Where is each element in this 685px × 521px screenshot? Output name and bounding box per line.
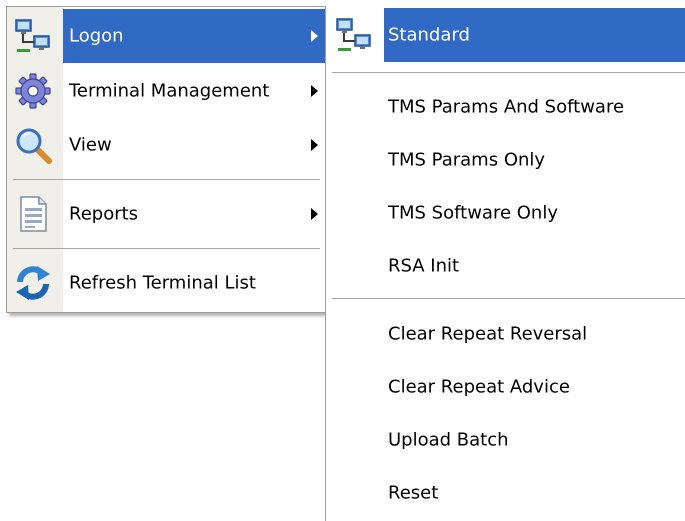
- menu-separator: [332, 298, 685, 299]
- menu-item-label: Terminal Management: [69, 80, 270, 102]
- menu-separator: [13, 179, 320, 180]
- submenu-item-label: TMS Params And Software: [388, 96, 625, 118]
- magnifier-icon: [11, 123, 55, 167]
- logon-submenu: Standard TMS Params And Software TMS Par…: [325, 6, 685, 521]
- menu-item-refresh-terminal-list[interactable]: Refresh Terminal List: [7, 256, 326, 310]
- submenu-item-clear-repeat-reversal[interactable]: Clear Repeat Reversal: [326, 308, 685, 360]
- menu-item-view[interactable]: View: [7, 119, 326, 171]
- submenu-arrow-icon: [311, 30, 318, 42]
- submenu-arrow-icon: [311, 208, 318, 220]
- gear-icon: [11, 69, 55, 113]
- menu-item-label: View: [69, 134, 112, 156]
- submenu-item-rsa-init[interactable]: RSA Init: [326, 240, 685, 292]
- submenu-item-label: TMS Params Only: [388, 149, 546, 171]
- submenu-item-label: Clear Repeat Advice: [388, 376, 570, 398]
- refresh-arrows-icon: [11, 261, 55, 305]
- submenu-item-label: TMS Software Only: [388, 202, 558, 224]
- submenu-item-tms-params-only[interactable]: TMS Params Only: [326, 134, 685, 186]
- submenu-item-tms-params-and-software[interactable]: TMS Params And Software: [326, 81, 685, 133]
- network-computers-icon: [332, 13, 376, 57]
- submenu-arrow-icon: [311, 85, 318, 97]
- menu-item-label: Reports: [69, 203, 139, 225]
- menu-item-reports[interactable]: Reports: [7, 187, 326, 241]
- menu-separator: [332, 72, 685, 73]
- submenu-item-label: Clear Repeat Reversal: [388, 323, 588, 345]
- context-menu: Logon Terminal Management View Reports R…: [6, 6, 327, 313]
- submenu-item-label: RSA Init: [388, 255, 460, 277]
- submenu-item-tms-software-only[interactable]: TMS Software Only: [326, 187, 685, 239]
- submenu-item-clear-repeat-advice[interactable]: Clear Repeat Advice: [326, 361, 685, 413]
- network-computers-icon: [11, 14, 55, 58]
- document-icon: [11, 192, 55, 236]
- submenu-item-label: Reset: [388, 482, 439, 504]
- menu-item-label: Logon: [69, 25, 124, 47]
- submenu-item-reset[interactable]: Reset: [326, 467, 685, 519]
- submenu-item-label: Upload Batch: [388, 429, 509, 451]
- submenu-item-upload-batch[interactable]: Upload Batch: [326, 414, 685, 466]
- menu-item-terminal-management[interactable]: Terminal Management: [7, 65, 326, 117]
- menu-item-logon[interactable]: Logon: [7, 9, 326, 63]
- menu-separator: [13, 248, 320, 249]
- menu-item-label: Refresh Terminal List: [69, 272, 256, 294]
- submenu-arrow-icon: [311, 139, 318, 151]
- submenu-item-standard[interactable]: Standard: [326, 8, 685, 62]
- submenu-item-label: Standard: [388, 24, 470, 46]
